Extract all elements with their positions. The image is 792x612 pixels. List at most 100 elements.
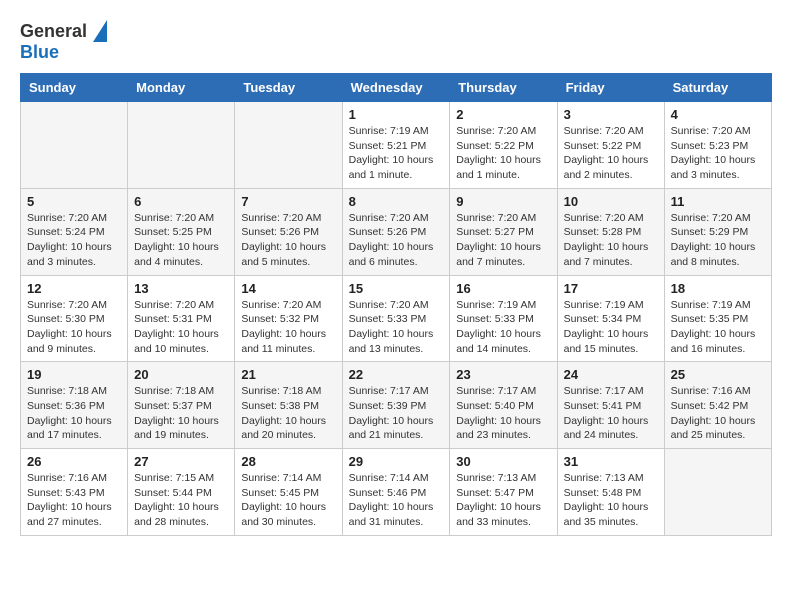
day-number: 9 xyxy=(456,194,550,209)
day-number: 12 xyxy=(27,281,121,296)
calendar-cell: 11 Sunrise: 7:20 AM Sunset: 5:29 PM Dayli… xyxy=(664,188,771,275)
calendar-cell: 16 Sunrise: 7:19 AM Sunset: 5:33 PM Dayli… xyxy=(450,275,557,362)
day-info: Sunrise: 7:19 AM Sunset: 5:33 PM Dayligh… xyxy=(456,298,550,357)
calendar-cell: 21 Sunrise: 7:18 AM Sunset: 5:38 PM Dayli… xyxy=(235,362,342,449)
day-number: 28 xyxy=(241,454,335,469)
weekday-header-sunday: Sunday xyxy=(21,74,128,102)
day-info: Sunrise: 7:17 AM Sunset: 5:41 PM Dayligh… xyxy=(564,384,658,443)
day-info: Sunrise: 7:20 AM Sunset: 5:29 PM Dayligh… xyxy=(671,211,765,270)
calendar-cell: 8 Sunrise: 7:20 AM Sunset: 5:26 PM Daylig… xyxy=(342,188,450,275)
calendar-cell: 3Sunrise: 7:20 AM Sunset: 5:22 PM Daylig… xyxy=(557,102,664,189)
weekday-header-saturday: Saturday xyxy=(664,74,771,102)
day-number: 4 xyxy=(671,107,765,122)
day-info: Sunrise: 7:20 AM Sunset: 5:22 PM Dayligh… xyxy=(456,124,550,183)
calendar-table: SundayMondayTuesdayWednesdayThursdayFrid… xyxy=(20,73,772,536)
day-number: 2 xyxy=(456,107,550,122)
logo-triangle-icon xyxy=(93,20,107,42)
day-number: 3 xyxy=(564,107,658,122)
day-number: 23 xyxy=(456,367,550,382)
day-number: 20 xyxy=(134,367,228,382)
calendar-cell: 18 Sunrise: 7:19 AM Sunset: 5:35 PM Dayli… xyxy=(664,275,771,362)
calendar-cell: 20 Sunrise: 7:18 AM Sunset: 5:37 PM Dayli… xyxy=(128,362,235,449)
day-info: Sunrise: 7:20 AM Sunset: 5:25 PM Dayligh… xyxy=(134,211,228,270)
day-number: 22 xyxy=(349,367,444,382)
day-info: Sunrise: 7:17 AM Sunset: 5:40 PM Dayligh… xyxy=(456,384,550,443)
day-number: 8 xyxy=(349,194,444,209)
day-number: 30 xyxy=(456,454,550,469)
calendar-cell: 14Sunrise: 7:20 AM Sunset: 5:32 PM Dayli… xyxy=(235,275,342,362)
logo: General Blue xyxy=(20,20,107,63)
day-number: 11 xyxy=(671,194,765,209)
day-number: 15 xyxy=(349,281,444,296)
day-number: 31 xyxy=(564,454,658,469)
day-info: Sunrise: 7:14 AM Sunset: 5:46 PM Dayligh… xyxy=(349,471,444,530)
day-number: 16 xyxy=(456,281,550,296)
calendar-week-5: 26Sunrise: 7:16 AM Sunset: 5:43 PM Dayli… xyxy=(21,449,772,536)
day-info: Sunrise: 7:18 AM Sunset: 5:36 PM Dayligh… xyxy=(27,384,121,443)
day-info: Sunrise: 7:16 AM Sunset: 5:42 PM Dayligh… xyxy=(671,384,765,443)
day-number: 6 xyxy=(134,194,228,209)
calendar-cell: 19 Sunrise: 7:18 AM Sunset: 5:36 PM Dayli… xyxy=(21,362,128,449)
calendar-cell: 10Sunrise: 7:20 AM Sunset: 5:28 PM Dayli… xyxy=(557,188,664,275)
calendar-cell: 2 Sunrise: 7:20 AM Sunset: 5:22 PM Daylig… xyxy=(450,102,557,189)
day-info: Sunrise: 7:20 AM Sunset: 5:26 PM Dayligh… xyxy=(349,211,444,270)
day-number: 7 xyxy=(241,194,335,209)
calendar-week-1: 1 Sunrise: 7:19 AM Sunset: 5:21 PM Daylig… xyxy=(21,102,772,189)
weekday-header-row: SundayMondayTuesdayWednesdayThursdayFrid… xyxy=(21,74,772,102)
day-info: Sunrise: 7:19 AM Sunset: 5:35 PM Dayligh… xyxy=(671,298,765,357)
day-info: Sunrise: 7:20 AM Sunset: 5:24 PM Dayligh… xyxy=(27,211,121,270)
calendar-week-4: 19 Sunrise: 7:18 AM Sunset: 5:36 PM Dayli… xyxy=(21,362,772,449)
day-info: Sunrise: 7:20 AM Sunset: 5:26 PM Dayligh… xyxy=(241,211,335,270)
calendar-cell: 22 Sunrise: 7:17 AM Sunset: 5:39 PM Dayli… xyxy=(342,362,450,449)
day-number: 17 xyxy=(564,281,658,296)
day-number: 24 xyxy=(564,367,658,382)
calendar-cell: 15 Sunrise: 7:20 AM Sunset: 5:33 PM Dayli… xyxy=(342,275,450,362)
day-info: Sunrise: 7:19 AM Sunset: 5:21 PM Dayligh… xyxy=(349,124,444,183)
calendar-cell xyxy=(664,449,771,536)
weekday-header-monday: Monday xyxy=(128,74,235,102)
day-info: Sunrise: 7:14 AM Sunset: 5:45 PM Dayligh… xyxy=(241,471,335,530)
calendar-cell: 6 Sunrise: 7:20 AM Sunset: 5:25 PM Daylig… xyxy=(128,188,235,275)
calendar-cell: 31 Sunrise: 7:13 AM Sunset: 5:48 PM Dayli… xyxy=(557,449,664,536)
logo-blue-text: Blue xyxy=(20,42,59,62)
calendar-cell: 17 Sunrise: 7:19 AM Sunset: 5:34 PM Dayli… xyxy=(557,275,664,362)
calendar-week-2: 5Sunrise: 7:20 AM Sunset: 5:24 PM Daylig… xyxy=(21,188,772,275)
day-number: 1 xyxy=(349,107,444,122)
day-info: Sunrise: 7:17 AM Sunset: 5:39 PM Dayligh… xyxy=(349,384,444,443)
day-info: Sunrise: 7:15 AM Sunset: 5:44 PM Dayligh… xyxy=(134,471,228,530)
day-number: 21 xyxy=(241,367,335,382)
day-info: Sunrise: 7:13 AM Sunset: 5:47 PM Dayligh… xyxy=(456,471,550,530)
day-info: Sunrise: 7:19 AM Sunset: 5:34 PM Dayligh… xyxy=(564,298,658,357)
day-info: Sunrise: 7:20 AM Sunset: 5:33 PM Dayligh… xyxy=(349,298,444,357)
calendar-cell: 4Sunrise: 7:20 AM Sunset: 5:23 PM Daylig… xyxy=(664,102,771,189)
logo-general-text: General xyxy=(20,21,87,42)
day-info: Sunrise: 7:20 AM Sunset: 5:30 PM Dayligh… xyxy=(27,298,121,357)
day-info: Sunrise: 7:13 AM Sunset: 5:48 PM Dayligh… xyxy=(564,471,658,530)
calendar-cell: 23 Sunrise: 7:17 AM Sunset: 5:40 PM Dayli… xyxy=(450,362,557,449)
day-number: 27 xyxy=(134,454,228,469)
day-number: 26 xyxy=(27,454,121,469)
day-number: 13 xyxy=(134,281,228,296)
page-header: General Blue xyxy=(20,20,772,63)
day-number: 18 xyxy=(671,281,765,296)
calendar-cell: 9 Sunrise: 7:20 AM Sunset: 5:27 PM Daylig… xyxy=(450,188,557,275)
calendar-cell: 13Sunrise: 7:20 AM Sunset: 5:31 PM Dayli… xyxy=(128,275,235,362)
day-info: Sunrise: 7:18 AM Sunset: 5:37 PM Dayligh… xyxy=(134,384,228,443)
calendar-cell: 5Sunrise: 7:20 AM Sunset: 5:24 PM Daylig… xyxy=(21,188,128,275)
calendar-cell: 24 Sunrise: 7:17 AM Sunset: 5:41 PM Dayli… xyxy=(557,362,664,449)
calendar-cell: 12 Sunrise: 7:20 AM Sunset: 5:30 PM Dayli… xyxy=(21,275,128,362)
weekday-header-wednesday: Wednesday xyxy=(342,74,450,102)
day-number: 29 xyxy=(349,454,444,469)
day-info: Sunrise: 7:20 AM Sunset: 5:27 PM Dayligh… xyxy=(456,211,550,270)
day-info: Sunrise: 7:18 AM Sunset: 5:38 PM Dayligh… xyxy=(241,384,335,443)
day-number: 25 xyxy=(671,367,765,382)
day-number: 19 xyxy=(27,367,121,382)
calendar-cell: 25 Sunrise: 7:16 AM Sunset: 5:42 PM Dayli… xyxy=(664,362,771,449)
calendar-cell: 26Sunrise: 7:16 AM Sunset: 5:43 PM Dayli… xyxy=(21,449,128,536)
calendar-week-3: 12 Sunrise: 7:20 AM Sunset: 5:30 PM Dayli… xyxy=(21,275,772,362)
calendar-cell xyxy=(235,102,342,189)
weekday-header-tuesday: Tuesday xyxy=(235,74,342,102)
calendar-cell: 27 Sunrise: 7:15 AM Sunset: 5:44 PM Dayli… xyxy=(128,449,235,536)
calendar-cell xyxy=(21,102,128,189)
day-info: Sunrise: 7:20 AM Sunset: 5:28 PM Dayligh… xyxy=(564,211,658,270)
